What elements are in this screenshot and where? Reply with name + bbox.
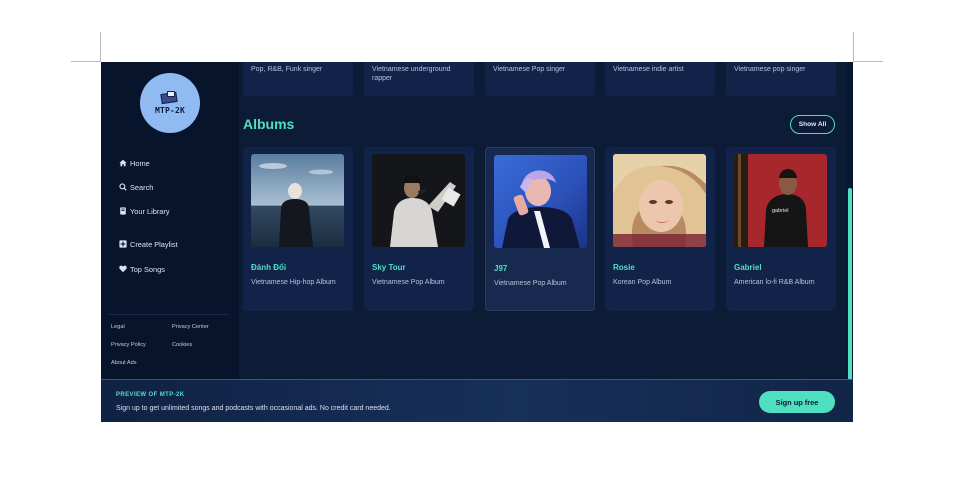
album-title: Sky Tour — [372, 263, 406, 272]
svg-text:gabriel: gabriel — [772, 208, 789, 214]
artist-description: Vietnamese Pop singer — [493, 66, 566, 73]
artist-card[interactable]: Pop, R&B, Funk singer — [243, 62, 353, 96]
show-all-button[interactable]: Show All — [790, 115, 835, 134]
footer-link-privacy-policy[interactable]: Privacy Policy — [111, 342, 146, 348]
footer-link-about-ads[interactable]: About Ads — [111, 360, 137, 366]
album-title: Gabriel — [734, 263, 762, 272]
artist-description: Vietnamese indie artist — [613, 66, 684, 73]
album-card[interactable]: Sky Tour Vietnamese Pop Album — [364, 147, 474, 311]
footer-link-legal[interactable]: Legal — [111, 324, 125, 330]
sidebar-item-create-playlist[interactable]: Create Playlist — [119, 237, 178, 251]
album-card[interactable]: J97 Vietnamese Pop Album — [485, 147, 595, 311]
crop-mark — [71, 61, 101, 62]
sidebar-item-search[interactable]: Search — [119, 180, 153, 194]
albums-heading: Albums — [243, 116, 295, 132]
album-description: Vietnamese Hip-hop Album — [251, 279, 336, 286]
banner-title: PREVIEW OF MTP-2K — [116, 392, 185, 398]
preview-banner: PREVIEW OF MTP-2K Sign up to get unlimit… — [101, 379, 853, 422]
album-title: Đánh Đổi — [251, 263, 287, 272]
page: MTP-2K Home Search Your Library Create P… — [0, 0, 956, 492]
album-title: J97 — [494, 264, 508, 273]
sign-up-button[interactable]: Sign up free — [759, 391, 835, 413]
logo-text: MTP-2K — [154, 106, 186, 115]
crop-mark — [100, 32, 101, 62]
album-title: Rosie — [613, 263, 635, 272]
artist-description: Vietnamese underground rapper — [372, 66, 451, 82]
app-logo[interactable]: MTP-2K — [140, 73, 200, 133]
heart-icon — [119, 265, 127, 273]
album-card[interactable]: Rosie Korean Pop Album — [605, 147, 715, 311]
library-icon — [120, 207, 126, 215]
album-description: Vietnamese Pop Album — [494, 280, 567, 287]
footer-link-privacy-center[interactable]: Privacy Center — [172, 324, 209, 330]
artist-card[interactable]: Vietnamese indie artist — [605, 62, 715, 96]
album-description: Korean Pop Album — [613, 279, 672, 286]
crop-mark — [853, 32, 854, 62]
crop-mark — [853, 61, 883, 62]
album-cover — [372, 154, 465, 247]
artist-card[interactable]: Vietnamese pop singer — [726, 62, 836, 96]
album-cover — [251, 154, 344, 247]
artist-description: Vietnamese pop singer — [734, 66, 806, 73]
banner-text: Sign up to get unlimited songs and podca… — [116, 405, 391, 412]
artist-card[interactable]: Vietnamese Pop singer — [485, 62, 595, 96]
sidebar-item-label: Your Library — [130, 206, 170, 216]
plus-square-icon — [119, 240, 127, 248]
sidebar-item-top-songs[interactable]: Top Songs — [119, 262, 165, 276]
album-cover — [494, 155, 587, 248]
album-description: Vietnamese Pop Album — [372, 279, 445, 286]
sidebar: MTP-2K Home Search Your Library Create P… — [101, 62, 239, 380]
home-icon — [119, 159, 127, 167]
album-cover — [613, 154, 706, 247]
main-content: Pop, R&B, Funk singer Vietnamese undergr… — [239, 62, 853, 380]
sidebar-item-label: Create Playlist — [130, 239, 178, 249]
sidebar-item-label: Search — [130, 182, 154, 192]
album-card[interactable]: Đánh Đổi Vietnamese Hip-hop Album — [243, 147, 353, 311]
sidebar-item-label: Top Songs — [130, 264, 165, 274]
artist-description: Pop, R&B, Funk singer — [251, 66, 323, 73]
music-app-window: MTP-2K Home Search Your Library Create P… — [101, 62, 853, 422]
logo-icon — [159, 91, 181, 105]
artist-card[interactable]: Vietnamese underground rapper — [364, 62, 474, 96]
sidebar-divider — [109, 314, 229, 315]
sidebar-item-home[interactable]: Home — [119, 156, 150, 170]
album-cover: gabriel — [734, 154, 827, 247]
album-card[interactable]: gabriel Gabriel American lo-fi R&B Album — [726, 147, 836, 311]
album-description: American lo-fi R&B Album — [734, 279, 815, 286]
search-icon — [119, 183, 127, 191]
sidebar-item-library[interactable]: Your Library — [119, 204, 170, 218]
footer-link-cookies[interactable]: Cookies — [172, 342, 192, 348]
sidebar-item-label: Home — [130, 158, 150, 168]
